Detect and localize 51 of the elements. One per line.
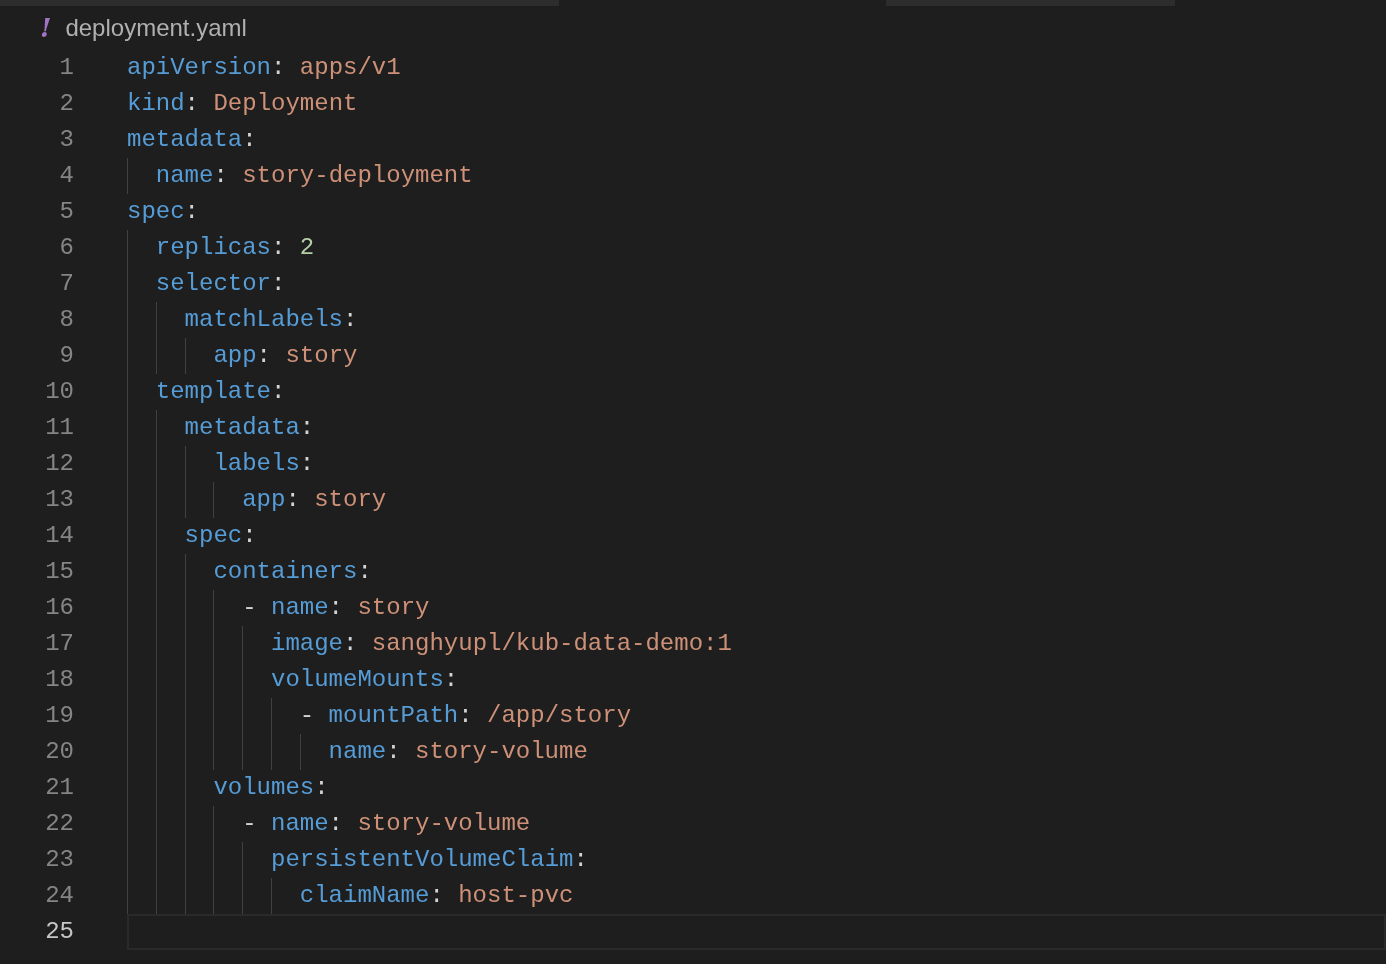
code-line: image: sanghyupl/kub-data-demo:1 <box>271 629 732 659</box>
line-number: 16 <box>44 593 74 623</box>
code-line: template: <box>155 377 286 407</box>
code-line: metadata: <box>127 125 257 155</box>
code-line: name: story-deployment <box>155 161 473 191</box>
code-line: spec: <box>127 197 199 227</box>
code-line: matchLabels: <box>184 305 358 335</box>
code-line: - name: story <box>242 593 430 623</box>
code-line: spec: <box>184 521 257 551</box>
line-number: 9 <box>58 341 74 371</box>
code-line: kind: Deployment <box>127 89 358 119</box>
code-line: selector: <box>155 269 286 299</box>
code-line: apiVersion: apps/v1 <box>127 53 401 83</box>
code-line: claimName: host-pvc <box>299 881 574 911</box>
line-number: 11 <box>44 413 74 443</box>
line-number: 4 <box>58 161 74 191</box>
line-number: 22 <box>44 809 74 839</box>
line-number: 6 <box>58 233 74 263</box>
line-number: 3 <box>58 125 74 155</box>
file-name[interactable]: deployment.yaml <box>65 16 247 40</box>
code-line: app: story <box>213 341 358 371</box>
line-number: 2 <box>58 89 74 119</box>
code-line: labels: <box>213 449 315 479</box>
line-number: 21 <box>44 773 74 803</box>
code-line: app: story <box>242 485 387 515</box>
code-line: - name: story-volume <box>242 809 531 839</box>
line-number: 5 <box>58 197 74 227</box>
code-line: - mountPath: /app/story <box>299 701 632 731</box>
code-line: metadata: <box>184 413 315 443</box>
line-number: 18 <box>44 665 74 695</box>
line-number: 20 <box>44 737 74 767</box>
line-number: 8 <box>58 305 74 335</box>
line-number: 15 <box>44 557 74 587</box>
code-line: replicas: 2 <box>155 233 315 263</box>
line-number: 23 <box>44 845 74 875</box>
line-number: 14 <box>44 521 74 551</box>
code-line: persistentVolumeClaim: <box>271 845 588 875</box>
line-number: 19 <box>44 701 74 731</box>
line-number: 17 <box>44 629 74 659</box>
code-line: containers: <box>213 557 372 587</box>
line-number: 7 <box>58 269 74 299</box>
code-line: name: story-volume <box>328 737 588 767</box>
line-number: 25 <box>44 917 74 947</box>
warning-icon: ! <box>40 15 52 41</box>
line-number: 10 <box>44 377 74 407</box>
line-number: 13 <box>44 485 74 515</box>
line-number: 12 <box>44 449 74 479</box>
code-line: volumeMounts: <box>271 665 459 695</box>
line-number: 1 <box>58 53 74 83</box>
code-line: volumes: <box>213 773 329 803</box>
line-number: 24 <box>44 881 74 911</box>
